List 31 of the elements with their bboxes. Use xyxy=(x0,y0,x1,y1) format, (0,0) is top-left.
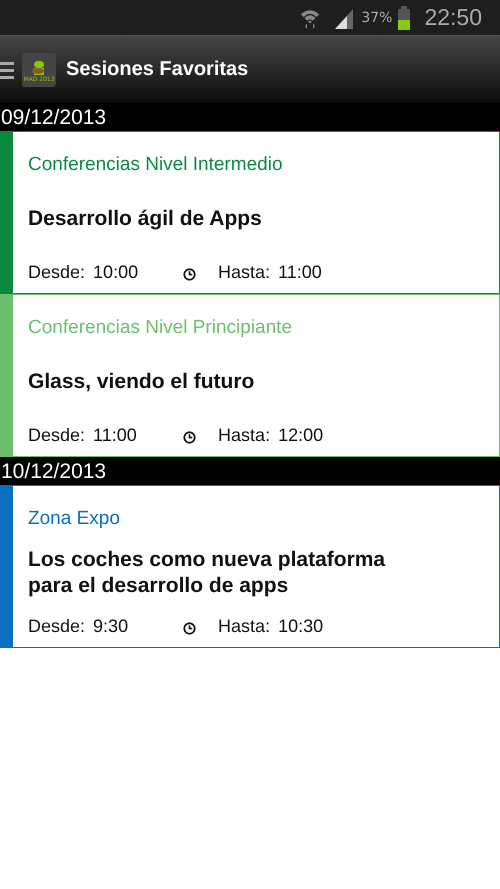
track-label: Conferencias Nivel Intermedio xyxy=(28,154,284,176)
battery-icon xyxy=(398,6,410,30)
from-time: 11:00 xyxy=(93,425,138,446)
menu-icon[interactable] xyxy=(0,60,14,80)
from-time: 10:00 xyxy=(93,262,140,283)
track-label: Zona Expo xyxy=(28,508,121,530)
clock-icon xyxy=(183,268,196,281)
date-header: 09/12/2013 xyxy=(0,103,500,131)
clock-icon xyxy=(183,431,196,444)
clock-icon xyxy=(183,622,196,635)
to-label: Hasta: xyxy=(218,262,270,283)
session-card[interactable]: Conferencias Nivel Intermedio Desarrollo ágil de Apps Desde: 10:00 Hasta: 11:00 xyxy=(0,131,500,294)
from-label: Desde: xyxy=(28,616,86,637)
to-label: Hasta: xyxy=(218,616,270,637)
to-time: 12:00 xyxy=(278,425,324,446)
session-card[interactable]: Zona Expo Los coches como nueva plataforma para el desarrollo de apps Desde: 9:30 Hasta: 10:30 xyxy=(0,485,500,648)
session-title: Glass, viendo el futuro xyxy=(28,368,256,395)
signal-icon xyxy=(333,6,356,28)
from-time: 9:30 xyxy=(93,616,130,637)
clock: 22:50 xyxy=(424,4,482,31)
to-time: 10:30 xyxy=(278,616,324,637)
track-label: Conferencias Nivel Principiante xyxy=(28,317,294,339)
to-time: 11:00 xyxy=(278,262,323,283)
session-title: Los coches como nueva plataforma para el desarrollo de apps xyxy=(28,546,386,599)
screen-title: Sesiones Favoritas xyxy=(66,58,248,81)
from-label: Desde: xyxy=(28,425,86,446)
session-title: Desarrollo ágil de Apps xyxy=(28,206,263,232)
battery-percent: 37% xyxy=(361,10,392,26)
from-label: Desde: xyxy=(28,262,86,283)
date-header: 10/12/2013 xyxy=(0,457,500,485)
to-label: Hasta: xyxy=(218,425,270,446)
